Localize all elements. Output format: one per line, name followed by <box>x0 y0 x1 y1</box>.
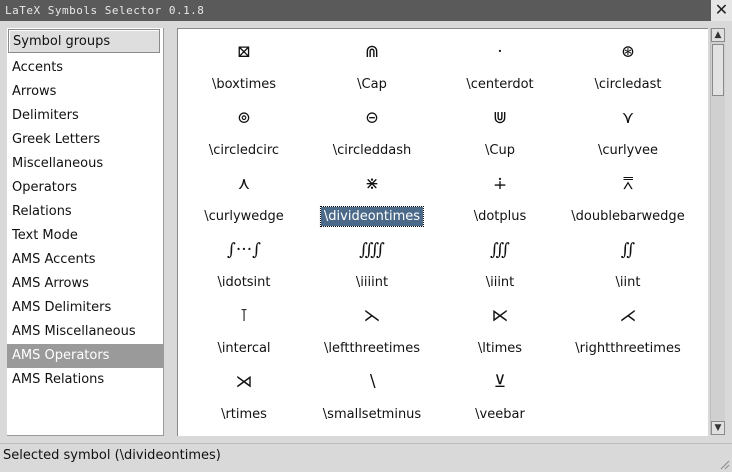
symbol-name: \circledast <box>594 77 662 92</box>
symbol-groups-header[interactable]: Symbol groups <box>8 29 160 53</box>
symbol-name: \centerdot <box>466 77 534 92</box>
symbol-cell[interactable]: ⋎ \curlyvee <box>564 95 692 158</box>
symbol-name: \iiint <box>485 275 515 290</box>
symbol-cell[interactable]: ⋉ \ltimes <box>436 293 564 356</box>
symbol-name: \rightthreetimes <box>575 341 681 356</box>
vertical-scrollbar[interactable]: ▲ ▼ <box>710 28 725 435</box>
symbol-name: \intercal <box>217 341 271 356</box>
symbol-glyph: ⊝ <box>364 108 380 128</box>
symbol-glyph: ⋒ <box>364 42 380 62</box>
symbol-name: \circleddash <box>332 143 412 158</box>
symbol-name: \idotsint <box>217 275 271 290</box>
window-title: LaTeX Symbols Selector 0.1.8 <box>5 4 205 17</box>
symbol-groups-list: Symbol groups Accents Arrows Delimiters Gre… <box>7 28 164 436</box>
symbol-glyph: ∔ <box>492 174 508 194</box>
symbol-glyph: ⊠ <box>236 42 252 62</box>
symbol-name: \iint <box>615 275 641 290</box>
symbol-cell[interactable]: ⋋ \leftthreetimes <box>308 293 436 356</box>
symbol-cell[interactable]: ∔ \dotplus <box>436 161 564 224</box>
title-bar: LaTeX Symbols Selector 0.1.8 ✕ <box>0 0 732 21</box>
symbol-glyph: ⋌ <box>619 306 637 326</box>
symbol-glyph: ⋓ <box>492 108 508 128</box>
sidebar-item[interactable]: Operators <box>7 176 163 200</box>
sidebar-item[interactable]: AMS Delimiters <box>7 296 163 320</box>
symbol-name: \veebar <box>475 407 525 422</box>
arrow-up-icon[interactable]: ▲ <box>711 28 725 42</box>
symbol-name: \boxtimes <box>211 77 277 92</box>
symbol-glyph: ⊚ <box>236 108 252 128</box>
symbol-cell[interactable]: ⊻ \veebar <box>436 359 564 422</box>
symbol-cell[interactable]: ∖ \smallsetminus <box>308 359 436 422</box>
symbol-glyph: ⨌ <box>359 240 385 260</box>
symbol-cell[interactable]: · \centerdot <box>436 29 564 92</box>
symbol-cell[interactable]: ⋇ \divideontimes <box>308 161 436 227</box>
symbol-glyph: ⋉ <box>491 306 509 326</box>
sidebar-item[interactable]: AMS Accents <box>7 248 163 272</box>
symbol-cell[interactable]: ∬ \iint <box>564 227 692 290</box>
symbol-glyph: ⋇ <box>364 174 380 194</box>
symbol-name: \ltimes <box>477 341 523 356</box>
sidebar-item[interactable]: AMS Relations <box>7 368 163 392</box>
symbol-name: \Cup <box>485 143 515 158</box>
symbol-cell[interactable]: ⊺ \intercal <box>180 293 308 356</box>
symbol-cell[interactable]: ⊚ \circledcirc <box>180 95 308 158</box>
main-area: Symbol groups Accents Arrows Delimiters Gre… <box>0 22 732 441</box>
symbol-cell[interactable]: ⩞ \doublebarwedge <box>564 161 692 224</box>
symbol-cell[interactable]: ⋏ \curlywedge <box>180 161 308 224</box>
symbol-glyph: ⊺ <box>239 306 249 326</box>
symbol-glyph: ⋎ <box>621 108 635 128</box>
symbol-name: \dotplus <box>473 209 527 224</box>
sidebar-item[interactable]: Accents <box>7 56 163 80</box>
sidebar-item[interactable]: AMS Operators <box>7 344 163 368</box>
symbol-name: \iiiint <box>355 275 389 290</box>
symbol-glyph: ⩞ <box>622 174 634 194</box>
symbol-cell[interactable]: ⋒ \Cap <box>308 29 436 92</box>
symbol-cell[interactable]: ⋓ \Cup <box>436 95 564 158</box>
symbol-glyph: ∬ <box>620 240 636 260</box>
symbol-name: \leftthreetimes <box>324 341 420 356</box>
symbol-cell[interactable]: ⋌ \rightthreetimes <box>564 293 692 356</box>
symbol-cell[interactable]: ⋊ \rtimes <box>180 359 308 422</box>
symbol-name: \circledcirc <box>208 143 280 158</box>
sidebar-item[interactable]: Relations <box>7 200 163 224</box>
symbol-name: \doublebarwedge <box>571 209 685 224</box>
group-list: Accents Arrows Delimiters Greek Letters Misc… <box>7 56 163 392</box>
symbol-glyph: ⊛ <box>620 42 636 62</box>
symbol-cell[interactable]: ⊛ \circledast <box>564 29 692 92</box>
symbol-glyph: ∖ <box>366 372 378 392</box>
symbol-name: \divideontimes <box>319 206 425 227</box>
symbol-glyph: ⋏ <box>237 174 251 194</box>
symbol-name: \curlyvee <box>597 143 659 158</box>
symbol-glyph: ∫···∫ <box>227 240 261 260</box>
status-text: Selected symbol (\divideontimes) <box>3 448 221 463</box>
symbol-glyph: ∭ <box>489 240 511 260</box>
arrow-down-icon[interactable]: ▼ <box>711 421 725 435</box>
symbol-cell[interactable]: ∫···∫ \idotsint <box>180 227 308 290</box>
symbol-glyph: ⊻ <box>493 372 507 392</box>
symbol-glyph: ⋊ <box>235 372 253 392</box>
sidebar-item[interactable]: Delimiters <box>7 104 163 128</box>
symbol-cell[interactable]: ⊝ \circleddash <box>308 95 436 158</box>
close-icon[interactable]: ✕ <box>711 0 732 21</box>
scrollbar-thumb[interactable] <box>712 44 724 96</box>
symbol-grid-panel: ⊠ \boxtimes ⋒ \Cap · \centerdot ⊛ \circledast ⊚ \… <box>177 28 708 436</box>
symbol-cell[interactable]: ⊠ \boxtimes <box>180 29 308 92</box>
sidebar-item[interactable]: Miscellaneous <box>7 152 163 176</box>
status-bar: Selected symbol (\divideontimes) <box>0 443 732 472</box>
sidebar-item[interactable]: AMS Arrows <box>7 272 163 296</box>
symbol-cell[interactable]: ∭ \iiint <box>436 227 564 290</box>
symbol-name: \rtimes <box>221 407 267 422</box>
sidebar-item[interactable]: Greek Letters <box>7 128 163 152</box>
symbol-name: \smallsetminus <box>322 407 422 422</box>
symbol-name: \curlywedge <box>204 209 284 224</box>
symbol-glyph: · <box>497 42 503 62</box>
sidebar-item[interactable]: Text Mode <box>7 224 163 248</box>
symbol-glyph: ⋋ <box>363 306 381 326</box>
sidebar-item[interactable]: Arrows <box>7 80 163 104</box>
symbol-name: \Cap <box>357 77 387 92</box>
symbol-cell[interactable]: ⨌ \iiiint <box>308 227 436 290</box>
resize-grip-icon[interactable] <box>718 458 730 470</box>
sidebar-item[interactable]: AMS Miscellaneous <box>7 320 163 344</box>
